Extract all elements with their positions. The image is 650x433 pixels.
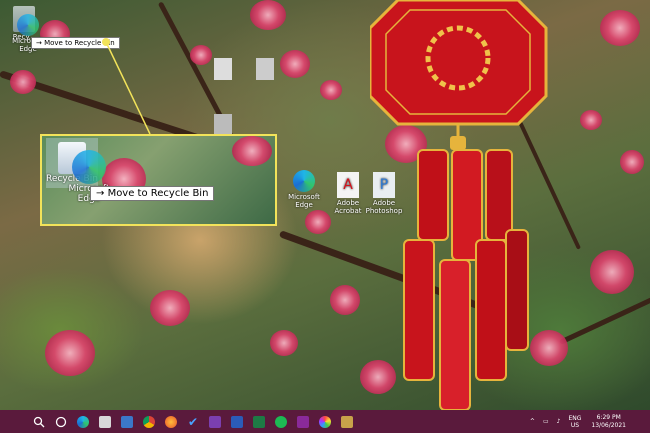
callout-connector xyxy=(102,38,151,135)
zoom-tooltip-text: Move to Recycle Bin xyxy=(107,188,209,199)
app3-icon[interactable] xyxy=(336,410,358,433)
blossom xyxy=(270,330,298,356)
network-icon[interactable]: ▭ xyxy=(543,418,549,425)
blossom xyxy=(590,250,634,294)
zoom-tooltip: → Move to Recycle Bin xyxy=(90,186,215,201)
arrow-icon: → xyxy=(36,39,45,47)
microsoft-edge-2-label: Microsoft Edge xyxy=(288,193,320,209)
blossom xyxy=(320,80,342,100)
task-view-icon[interactable] xyxy=(50,410,72,433)
blossom xyxy=(190,45,212,65)
firefox-icon[interactable] xyxy=(160,410,182,433)
blossom xyxy=(45,330,95,376)
microsoft-edge-2-icon[interactable]: Microsoft Edge xyxy=(284,170,324,209)
adobe-photoshop-label: Adobe Photoshop xyxy=(365,199,403,215)
volume-icon[interactable]: ♪ xyxy=(557,418,561,425)
clock[interactable]: 6:29 PM 13/06/2021 xyxy=(591,414,626,430)
edge-icon xyxy=(72,150,106,184)
blossom xyxy=(250,0,286,30)
adobe-photoshop-icon[interactable]: P Adobe Photoshop xyxy=(364,172,404,215)
arrow-icon: → xyxy=(96,188,108,199)
blossom xyxy=(620,150,644,174)
adobe-acrobat-label: Adobe Acrobat xyxy=(334,199,362,215)
blossom xyxy=(600,10,640,46)
blossom xyxy=(280,50,310,78)
blossom xyxy=(150,290,190,326)
branch xyxy=(558,289,650,345)
chrome-icon[interactable] xyxy=(138,410,160,433)
start-button[interactable] xyxy=(0,410,28,433)
onenote-icon[interactable] xyxy=(204,410,226,433)
zoom-callout: Recycle Bin Microsoft Edge → Move to Rec… xyxy=(40,134,277,226)
edge-icon[interactable] xyxy=(72,410,94,433)
chevron-up-icon[interactable]: ^ xyxy=(530,418,535,425)
app2-icon[interactable] xyxy=(292,410,314,433)
excel-icon[interactable] xyxy=(248,410,270,433)
image-thumbnail[interactable] xyxy=(214,58,232,80)
adobe-acrobat-icon[interactable]: A Adobe Acrobat xyxy=(328,172,368,215)
blossom xyxy=(10,70,36,94)
clock-time: 6:29 PM xyxy=(596,413,621,421)
app-icon[interactable] xyxy=(116,410,138,433)
blossom xyxy=(330,285,360,315)
language-indicator[interactable]: ENG US xyxy=(568,415,581,429)
check-icon[interactable]: ✔ xyxy=(182,410,204,433)
word-icon[interactable] xyxy=(226,410,248,433)
clock-date: 13/06/2021 xyxy=(591,421,626,429)
store-icon[interactable] xyxy=(94,410,116,433)
language-line1: ENG xyxy=(568,414,582,422)
blossom xyxy=(580,110,602,130)
spotify-icon[interactable] xyxy=(270,410,292,433)
pinwheel-icon[interactable] xyxy=(314,410,336,433)
image-thumbnail[interactable] xyxy=(256,58,274,80)
search-icon[interactable] xyxy=(28,410,50,433)
language-line2: US xyxy=(570,421,580,429)
blossom xyxy=(232,136,272,166)
system-tray: ^ ▭ ♪ ENG US 6:29 PM 13/06/2021 xyxy=(530,410,650,433)
image-thumbnail[interactable] xyxy=(214,114,232,134)
